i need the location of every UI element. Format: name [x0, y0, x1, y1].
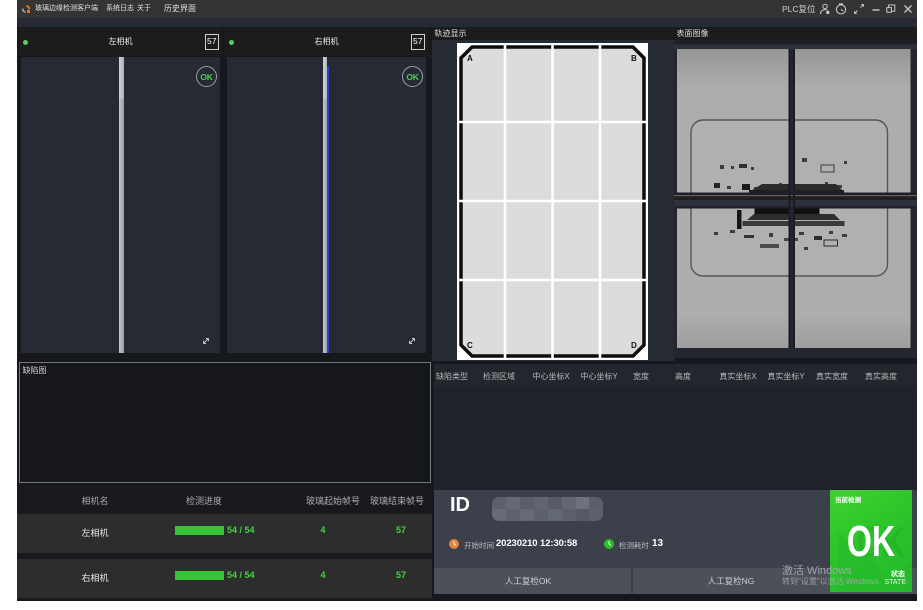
svg-text:A: A: [467, 54, 473, 63]
svg-text:C: C: [467, 341, 473, 350]
svg-text:D: D: [631, 341, 637, 350]
svg-text:B: B: [631, 54, 637, 63]
